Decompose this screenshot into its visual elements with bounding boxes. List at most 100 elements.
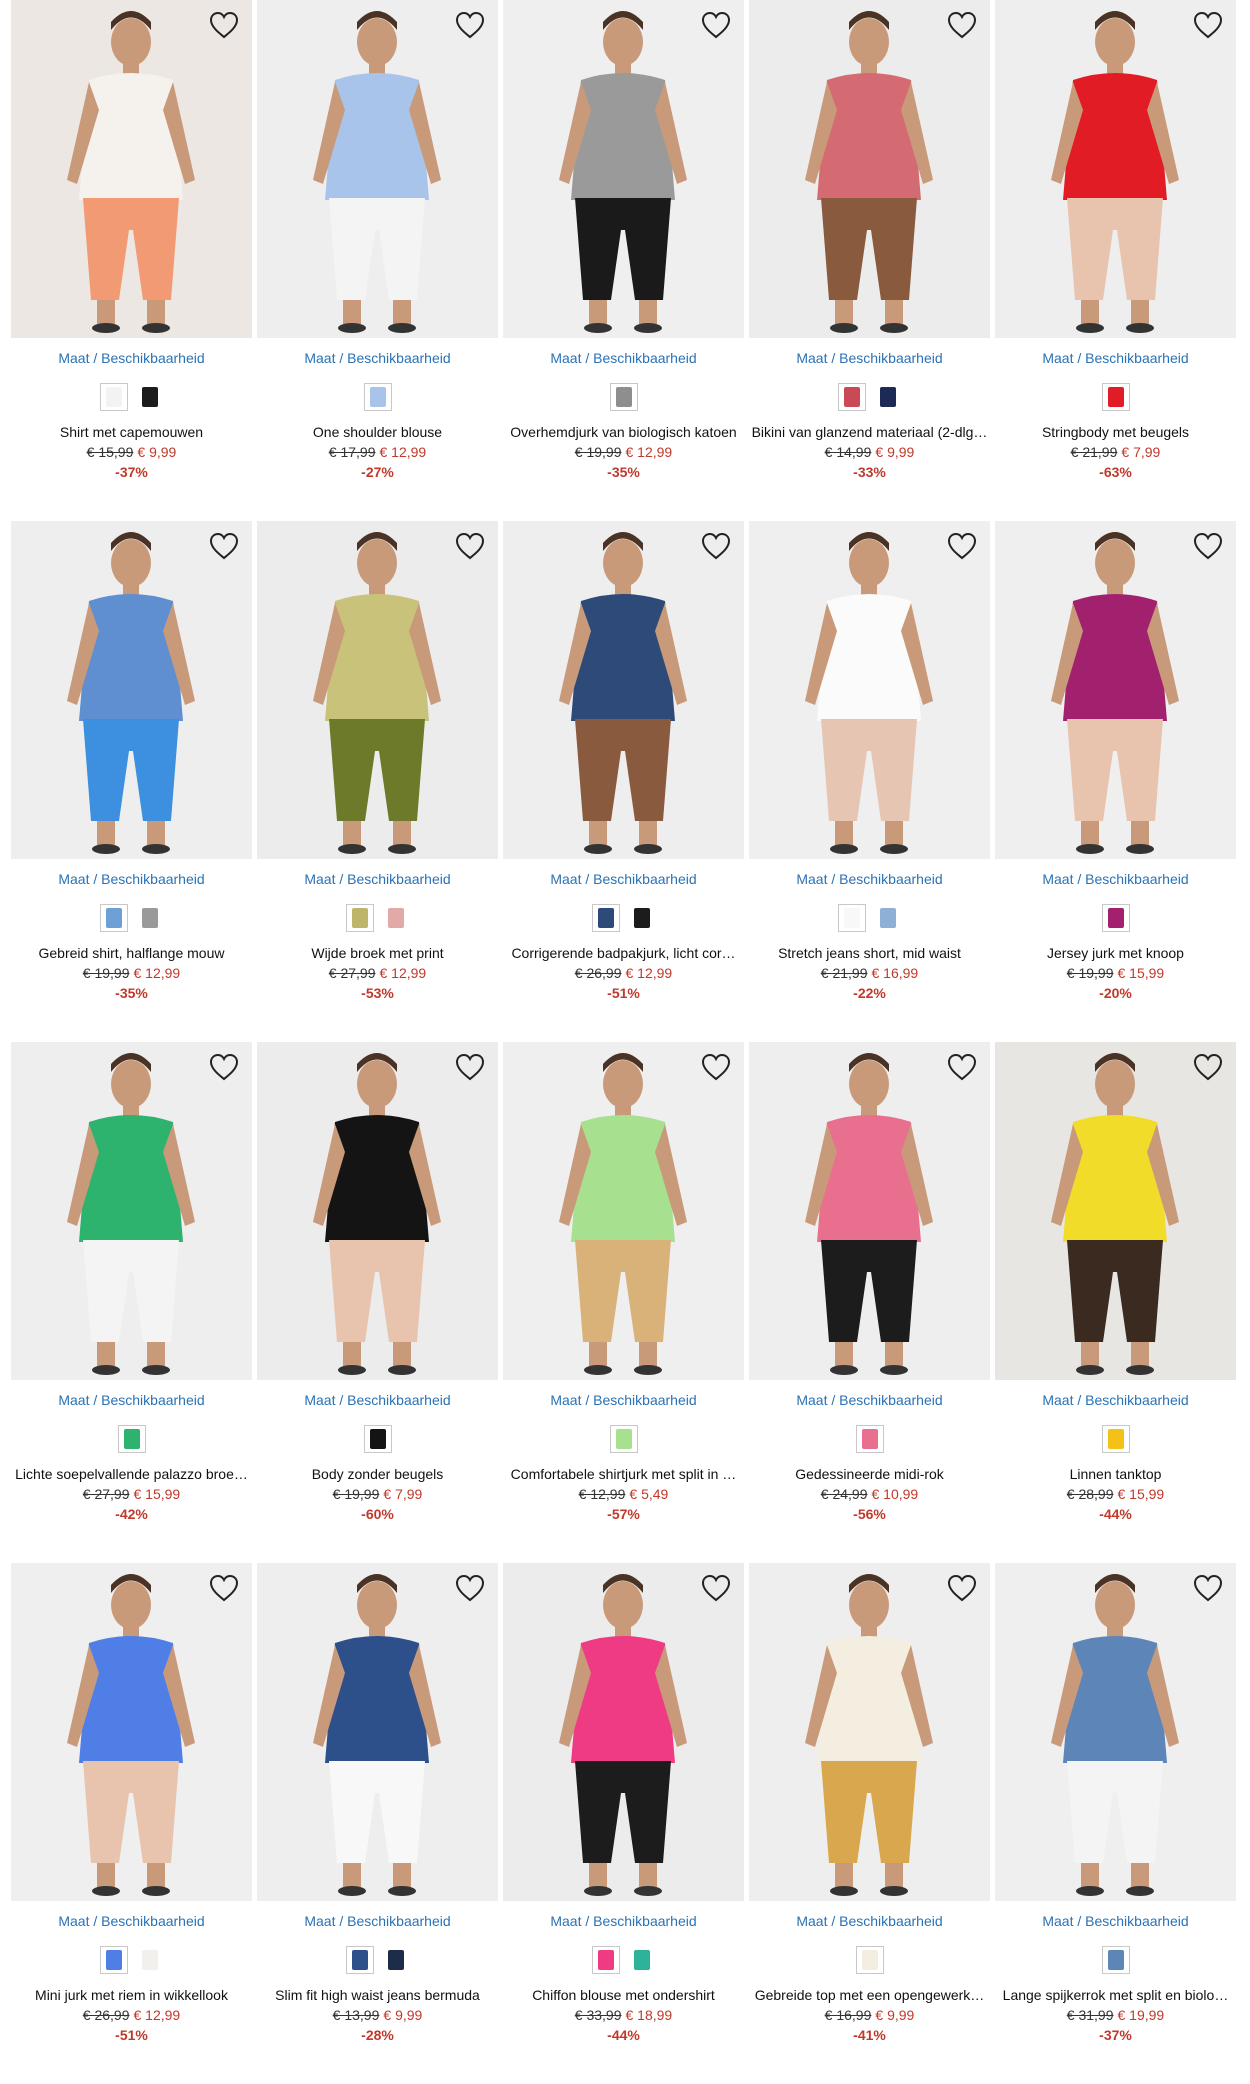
product-image[interactable] bbox=[503, 521, 744, 859]
color-swatch[interactable] bbox=[381, 904, 410, 932]
product-image[interactable] bbox=[995, 1563, 1236, 1901]
color-swatch[interactable] bbox=[1101, 1425, 1130, 1453]
color-swatch[interactable] bbox=[1101, 1946, 1130, 1974]
product-name[interactable]: Body zonder beugels bbox=[257, 1465, 498, 1483]
product-card[interactable]: Maat / Beschikbaarheid Gedessineerde midi… bbox=[749, 1042, 990, 1563]
product-image[interactable] bbox=[995, 521, 1236, 859]
product-card[interactable]: Maat / Beschikbaarheid Stretch jeans shor… bbox=[749, 521, 990, 1042]
product-image[interactable] bbox=[503, 0, 744, 338]
product-card[interactable]: Maat / Beschikbaarheid Wijde broek met pr… bbox=[257, 521, 498, 1042]
product-name[interactable]: Shirt met capemouwen bbox=[11, 423, 252, 441]
product-card[interactable]: Maat / Beschikbaarheid Mini jurk met riem… bbox=[11, 1563, 252, 2084]
product-name[interactable]: Comfortabele shirtjurk met split in … bbox=[503, 1465, 744, 1483]
product-name[interactable]: Stringbody met beugels bbox=[995, 423, 1236, 441]
product-name[interactable]: Stretch jeans short, mid waist bbox=[749, 944, 990, 962]
wishlist-heart-icon[interactable] bbox=[208, 1052, 240, 1082]
wishlist-heart-icon[interactable] bbox=[454, 1573, 486, 1603]
color-swatch[interactable] bbox=[609, 1425, 638, 1453]
color-swatch[interactable] bbox=[609, 383, 638, 411]
product-card[interactable]: Maat / Beschikbaarheid Shirt met capemouw… bbox=[11, 0, 252, 521]
size-availability-link[interactable]: Maat / Beschikbaarheid bbox=[257, 1391, 498, 1409]
size-availability-link[interactable]: Maat / Beschikbaarheid bbox=[503, 870, 744, 888]
product-card[interactable]: Maat / Beschikbaarheid Linnen tanktop € 28… bbox=[995, 1042, 1236, 1563]
product-image[interactable] bbox=[257, 0, 498, 338]
product-name[interactable]: Wijde broek met print bbox=[257, 944, 498, 962]
product-image[interactable] bbox=[257, 1563, 498, 1901]
product-name[interactable]: Gedessineerde midi-rok bbox=[749, 1465, 990, 1483]
color-swatch[interactable] bbox=[855, 1425, 884, 1453]
color-swatch[interactable] bbox=[591, 1946, 620, 1974]
wishlist-heart-icon[interactable] bbox=[946, 531, 978, 561]
color-swatch[interactable] bbox=[345, 904, 374, 932]
size-availability-link[interactable]: Maat / Beschikbaarheid bbox=[749, 1912, 990, 1930]
wishlist-heart-icon[interactable] bbox=[1192, 531, 1224, 561]
color-swatch[interactable] bbox=[99, 383, 128, 411]
product-card[interactable]: Maat / Beschikbaarheid Bikini van glanzen… bbox=[749, 0, 990, 521]
size-availability-link[interactable]: Maat / Beschikbaarheid bbox=[257, 870, 498, 888]
color-swatch[interactable] bbox=[135, 904, 164, 932]
product-card[interactable]: Maat / Beschikbaarheid Lange spijkerrok m… bbox=[995, 1563, 1236, 2084]
size-availability-link[interactable]: Maat / Beschikbaarheid bbox=[749, 870, 990, 888]
color-swatch[interactable] bbox=[837, 383, 866, 411]
wishlist-heart-icon[interactable] bbox=[208, 1573, 240, 1603]
product-card[interactable]: Maat / Beschikbaarheid Comfortabele shirt… bbox=[503, 1042, 744, 1563]
product-name[interactable]: Linnen tanktop bbox=[995, 1465, 1236, 1483]
product-name[interactable]: Gebreid shirt, halflange mouw bbox=[11, 944, 252, 962]
color-swatch[interactable] bbox=[381, 1946, 410, 1974]
product-image[interactable] bbox=[749, 1563, 990, 1901]
product-name[interactable]: Overhemdjurk van biologisch katoen bbox=[503, 423, 744, 441]
wishlist-heart-icon[interactable] bbox=[1192, 10, 1224, 40]
wishlist-heart-icon[interactable] bbox=[946, 1052, 978, 1082]
product-image[interactable] bbox=[257, 1042, 498, 1380]
size-availability-link[interactable]: Maat / Beschikbaarheid bbox=[749, 349, 990, 367]
product-image[interactable] bbox=[11, 521, 252, 859]
size-availability-link[interactable]: Maat / Beschikbaarheid bbox=[11, 1391, 252, 1409]
product-name[interactable]: Slim fit high waist jeans bermuda bbox=[257, 1986, 498, 2004]
product-image[interactable] bbox=[503, 1042, 744, 1380]
size-availability-link[interactable]: Maat / Beschikbaarheid bbox=[995, 1912, 1236, 1930]
product-image[interactable] bbox=[749, 521, 990, 859]
color-swatch[interactable] bbox=[99, 1946, 128, 1974]
wishlist-heart-icon[interactable] bbox=[454, 531, 486, 561]
color-swatch[interactable] bbox=[345, 1946, 374, 1974]
size-availability-link[interactable]: Maat / Beschikbaarheid bbox=[11, 870, 252, 888]
wishlist-heart-icon[interactable] bbox=[700, 10, 732, 40]
wishlist-heart-icon[interactable] bbox=[208, 531, 240, 561]
product-name[interactable]: Chiffon blouse met ondershirt bbox=[503, 1986, 744, 2004]
color-swatch[interactable] bbox=[135, 383, 164, 411]
size-availability-link[interactable]: Maat / Beschikbaarheid bbox=[995, 349, 1236, 367]
product-image[interactable] bbox=[995, 1042, 1236, 1380]
product-image[interactable] bbox=[749, 0, 990, 338]
color-swatch[interactable] bbox=[627, 1946, 656, 1974]
product-card[interactable]: Maat / Beschikbaarheid Corrigerende badpa… bbox=[503, 521, 744, 1042]
product-card[interactable]: Maat / Beschikbaarheid Slim fit high wais… bbox=[257, 1563, 498, 2084]
product-card[interactable]: Maat / Beschikbaarheid One shoulder blous… bbox=[257, 0, 498, 521]
product-name[interactable]: Gebreide top met een opengewerk… bbox=[749, 1986, 990, 2004]
wishlist-heart-icon[interactable] bbox=[454, 1052, 486, 1082]
color-swatch[interactable] bbox=[363, 383, 392, 411]
size-availability-link[interactable]: Maat / Beschikbaarheid bbox=[503, 349, 744, 367]
product-card[interactable]: Maat / Beschikbaarheid Body zonder beugel… bbox=[257, 1042, 498, 1563]
product-card[interactable]: Maat / Beschikbaarheid Jersey jurk met kn… bbox=[995, 521, 1236, 1042]
size-availability-link[interactable]: Maat / Beschikbaarheid bbox=[257, 349, 498, 367]
color-swatch[interactable] bbox=[591, 904, 620, 932]
product-name[interactable]: Bikini van glanzend materiaal (2-dlg… bbox=[749, 423, 990, 441]
product-name[interactable]: Mini jurk met riem in wikkellook bbox=[11, 1986, 252, 2004]
size-availability-link[interactable]: Maat / Beschikbaarheid bbox=[503, 1912, 744, 1930]
color-swatch[interactable] bbox=[873, 383, 902, 411]
size-availability-link[interactable]: Maat / Beschikbaarheid bbox=[503, 1391, 744, 1409]
product-card[interactable]: Maat / Beschikbaarheid Lichte soepelvalle… bbox=[11, 1042, 252, 1563]
product-card[interactable]: Maat / Beschikbaarheid Overhemdjurk van b… bbox=[503, 0, 744, 521]
color-swatch[interactable] bbox=[117, 1425, 146, 1453]
product-card[interactable]: Maat / Beschikbaarheid Gebreide top met e… bbox=[749, 1563, 990, 2084]
size-availability-link[interactable]: Maat / Beschikbaarheid bbox=[995, 1391, 1236, 1409]
product-image[interactable] bbox=[11, 0, 252, 338]
wishlist-heart-icon[interactable] bbox=[946, 1573, 978, 1603]
color-swatch[interactable] bbox=[855, 1946, 884, 1974]
wishlist-heart-icon[interactable] bbox=[700, 531, 732, 561]
color-swatch[interactable] bbox=[135, 1946, 164, 1974]
color-swatch[interactable] bbox=[1101, 904, 1130, 932]
wishlist-heart-icon[interactable] bbox=[700, 1573, 732, 1603]
product-name[interactable]: Lange spijkerrok met split en biolo… bbox=[995, 1986, 1236, 2004]
color-swatch[interactable] bbox=[363, 1425, 392, 1453]
